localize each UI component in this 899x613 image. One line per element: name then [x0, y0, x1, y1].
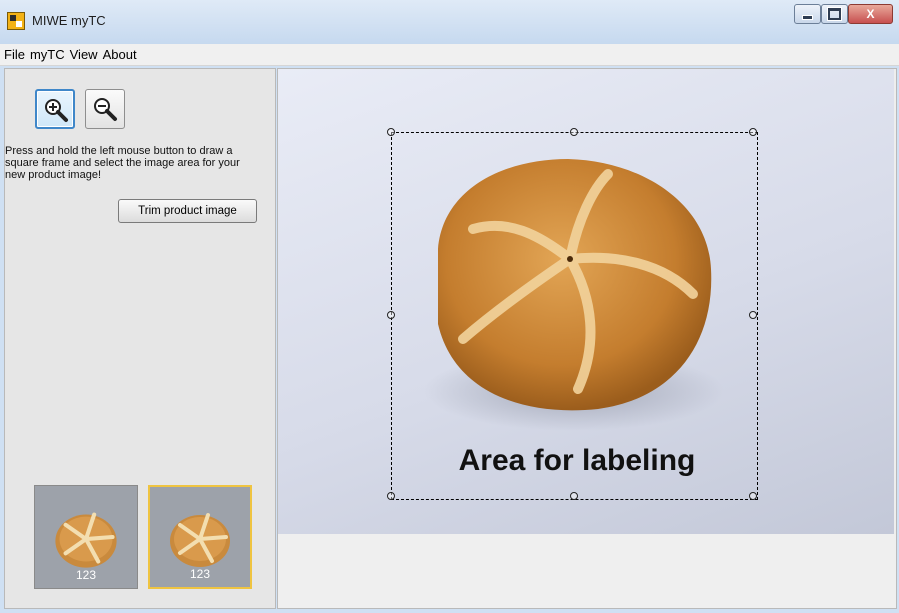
- resize-handle-bottom-left[interactable]: [387, 492, 395, 500]
- resize-handle-right[interactable]: [749, 311, 757, 319]
- maximize-icon: [828, 8, 841, 20]
- product-thumbnail-selected[interactable]: 123: [148, 485, 252, 589]
- resize-handle-top[interactable]: [570, 128, 578, 136]
- app-icon: [7, 12, 25, 30]
- menu-bar: File myTC View About: [0, 44, 899, 66]
- minimize-icon: [802, 14, 813, 20]
- zoom-out-button[interactable]: [85, 89, 125, 129]
- menu-file[interactable]: File: [4, 47, 30, 62]
- labeling-area-text: Area for labeling: [458, 444, 696, 477]
- image-canvas[interactable]: Area for labeling: [277, 68, 897, 609]
- resize-handle-bottom-right[interactable]: [749, 492, 757, 500]
- zoom-out-icon: [94, 98, 117, 121]
- thumbnail-label: 123: [189, 567, 211, 581]
- window-title: MIWE myTC: [32, 13, 106, 28]
- title-bar: MIWE myTC X: [0, 0, 899, 45]
- product-thumbnail[interactable]: 123: [34, 485, 138, 589]
- canvas-empty-area: [278, 534, 896, 608]
- maximize-button[interactable]: [821, 4, 848, 24]
- menu-view[interactable]: View: [70, 47, 103, 62]
- trim-product-image-button[interactable]: Trim product image: [118, 199, 257, 223]
- menu-mytc[interactable]: myTC: [30, 47, 70, 62]
- instructions-text: Press and hold the left mouse button to …: [5, 145, 240, 181]
- resize-handle-top-right[interactable]: [749, 128, 757, 136]
- minimize-button[interactable]: [794, 4, 821, 24]
- zoom-in-button[interactable]: [35, 89, 75, 129]
- close-button[interactable]: X: [848, 4, 893, 24]
- zoom-in-icon: [45, 99, 68, 122]
- menu-about[interactable]: About: [103, 47, 142, 62]
- tool-panel: Press and hold the left mouse button to …: [4, 68, 276, 609]
- resize-handle-bottom[interactable]: [570, 492, 578, 500]
- resize-handle-left[interactable]: [387, 311, 395, 319]
- thumbnail-label: 123: [75, 568, 97, 582]
- resize-handle-top-left[interactable]: [387, 128, 395, 136]
